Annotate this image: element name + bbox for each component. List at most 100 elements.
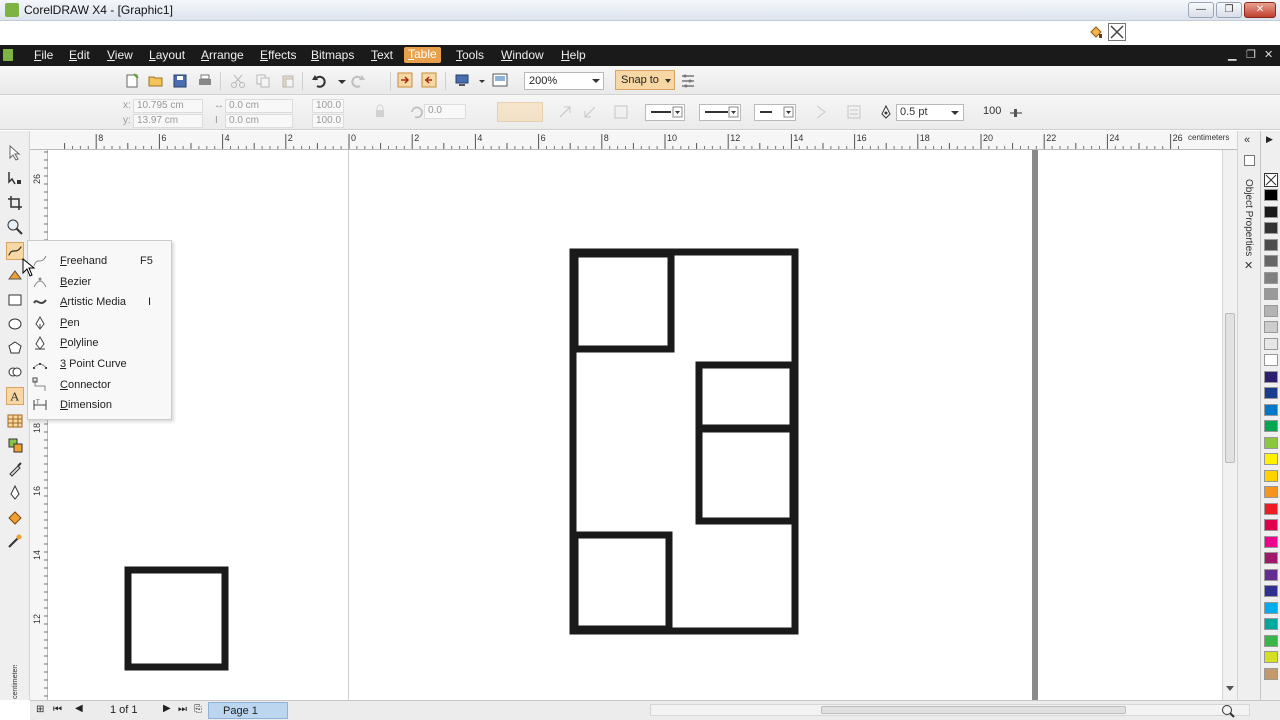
color-swatch[interactable] (1264, 205, 1278, 218)
start-arrowhead-selector[interactable] (645, 104, 685, 121)
width-field[interactable]: 0.0 cm (225, 99, 293, 113)
flyout-item-3-point-curve[interactable]: 3 Point Curve (28, 354, 171, 374)
rectangle-tool-icon[interactable] (6, 291, 24, 309)
start-arrow-icon[interactable] (557, 104, 573, 120)
doc-minimize-button[interactable]: ▁ (1228, 48, 1236, 61)
parallel-dimension-tool-icon[interactable] (6, 436, 24, 454)
end-arrow-icon[interactable] (582, 104, 598, 120)
docker-title[interactable]: Object Properties (1243, 179, 1254, 256)
color-swatch[interactable] (1264, 304, 1278, 317)
mirror-buttons[interactable] (497, 102, 543, 122)
import-icon[interactable] (397, 72, 413, 88)
new-document-icon[interactable] (124, 73, 140, 89)
bottom-left-box-shape[interactable] (571, 531, 673, 633)
color-swatch[interactable] (1264, 667, 1278, 680)
basic-shapes-tool-icon[interactable] (6, 363, 24, 381)
application-launcher-icon[interactable] (454, 72, 470, 88)
menu-file[interactable]: File (34, 48, 53, 62)
smoothing-slider-icon[interactable] (1008, 105, 1024, 121)
color-swatch[interactable] (1264, 486, 1278, 498)
flyout-item-dimension[interactable]: T Dimension (28, 395, 171, 415)
flyout-item-connector[interactable]: Connector (28, 375, 171, 395)
text-tool-icon[interactable]: A (6, 387, 24, 405)
color-swatch[interactable] (1264, 535, 1278, 548)
right-lower-box-shape[interactable] (695, 425, 797, 525)
document-menu-icon[interactable] (3, 49, 13, 61)
first-page-button[interactable]: ⏮ (53, 704, 62, 715)
polygon-tool-icon[interactable] (6, 339, 24, 357)
color-swatch[interactable] (1264, 568, 1278, 581)
color-swatch[interactable] (1264, 387, 1278, 399)
y-position-field[interactable]: 13.97 cm (133, 114, 203, 128)
doc-close-button[interactable]: ✕ (1264, 48, 1273, 61)
paste-icon[interactable] (280, 73, 296, 89)
eyedropper-tool-icon[interactable] (6, 460, 24, 478)
shape-tool-icon[interactable] (6, 169, 24, 187)
outline-tool-icon[interactable] (6, 484, 24, 502)
color-swatch[interactable] (1264, 420, 1278, 432)
ellipse-tool-icon[interactable] (6, 315, 24, 333)
print-icon[interactable] (197, 73, 213, 89)
scale-height-field[interactable]: 100.0 (312, 114, 344, 128)
zoom-tool-icon[interactable] (6, 218, 24, 236)
copy-icon[interactable] (255, 73, 271, 89)
undo-list-arrow-icon[interactable] (334, 73, 350, 89)
menu-bitmaps[interactable]: Bitmaps (311, 48, 354, 62)
lock-ratio-icon[interactable] (372, 103, 388, 119)
color-swatch[interactable] (1264, 370, 1278, 383)
menu-arrange[interactable]: Arrange (201, 48, 244, 62)
page-tab-1[interactable]: Page 1 (208, 702, 288, 719)
undo-icon[interactable] (311, 73, 327, 89)
table-tool-icon[interactable] (6, 412, 24, 430)
menu-window[interactable]: Window (501, 48, 544, 62)
x-position-field[interactable]: 10.795 cm (133, 99, 203, 113)
flyout-item-polyline[interactable]: Polyline (28, 333, 171, 353)
fill-tool-icon[interactable] (6, 509, 24, 527)
navigator-zoom-icon[interactable] (1220, 703, 1236, 719)
color-swatch[interactable] (1264, 651, 1278, 663)
close-document-icon[interactable] (1108, 23, 1126, 41)
color-swatch[interactable] (1264, 403, 1278, 416)
docker-collapse-icon[interactable]: « (1244, 134, 1250, 146)
color-swatch[interactable] (1264, 337, 1278, 350)
previous-page-button[interactable]: ◀ (75, 703, 83, 714)
launcher-dropdown-icon[interactable] (474, 73, 490, 89)
doc-restore-button[interactable]: ❐ (1246, 48, 1256, 61)
color-swatch[interactable] (1264, 552, 1278, 564)
snap-to-button[interactable]: Snap to (615, 70, 675, 90)
small-square-shape[interactable] (124, 566, 229, 671)
horizontal-scrollbar[interactable] (650, 704, 1250, 716)
redo-icon[interactable] (350, 73, 366, 89)
vertical-scroll-thumb[interactable] (1225, 313, 1235, 463)
cut-icon[interactable] (230, 73, 246, 89)
vertical-ruler[interactable]: 26 18 16 14 12 (30, 150, 48, 700)
scroll-down-icon[interactable] (1226, 686, 1234, 691)
horizontal-scroll-thumb[interactable] (821, 706, 1126, 714)
color-swatch[interactable] (1264, 618, 1278, 630)
vertical-scrollbar[interactable] (1222, 150, 1237, 700)
flyout-item-pen[interactable]: Pen (28, 313, 171, 333)
pick-tool-icon[interactable] (6, 144, 24, 162)
color-swatch[interactable] (1264, 502, 1278, 515)
docker-close-icon[interactable]: ✕ (1244, 259, 1253, 272)
color-swatch[interactable] (1264, 519, 1278, 531)
close-curve-icon[interactable] (813, 104, 829, 120)
horizontal-ruler[interactable]: 8 6 4 2 0 2 4 6 8 10 12 14 16 18 20 22 24 26 centimeters (30, 131, 1237, 150)
color-swatch[interactable] (1264, 288, 1278, 300)
no-fill-swatch[interactable] (1264, 173, 1278, 187)
last-page-button[interactable]: ⏭ (178, 704, 187, 715)
options-icon[interactable] (680, 73, 696, 89)
color-swatch[interactable] (1264, 255, 1278, 267)
color-swatch[interactable] (1264, 601, 1278, 614)
minimize-button[interactable]: — (1188, 2, 1214, 18)
export-icon[interactable] (421, 72, 437, 88)
maximize-button[interactable]: ❐ (1216, 2, 1242, 18)
outline-width-combo[interactable]: 0.5 pt (896, 104, 964, 121)
color-swatch[interactable] (1264, 189, 1278, 201)
add-page-icon[interactable]: ⎘ (194, 704, 202, 715)
flyout-item-bezier[interactable]: Bezier (28, 272, 171, 292)
palette-scroll-up-icon[interactable]: ▶ (1266, 134, 1273, 145)
outer-frame-shape[interactable] (569, 248, 799, 635)
color-swatch[interactable] (1264, 453, 1278, 465)
fill-bucket-icon[interactable] (1088, 24, 1104, 40)
